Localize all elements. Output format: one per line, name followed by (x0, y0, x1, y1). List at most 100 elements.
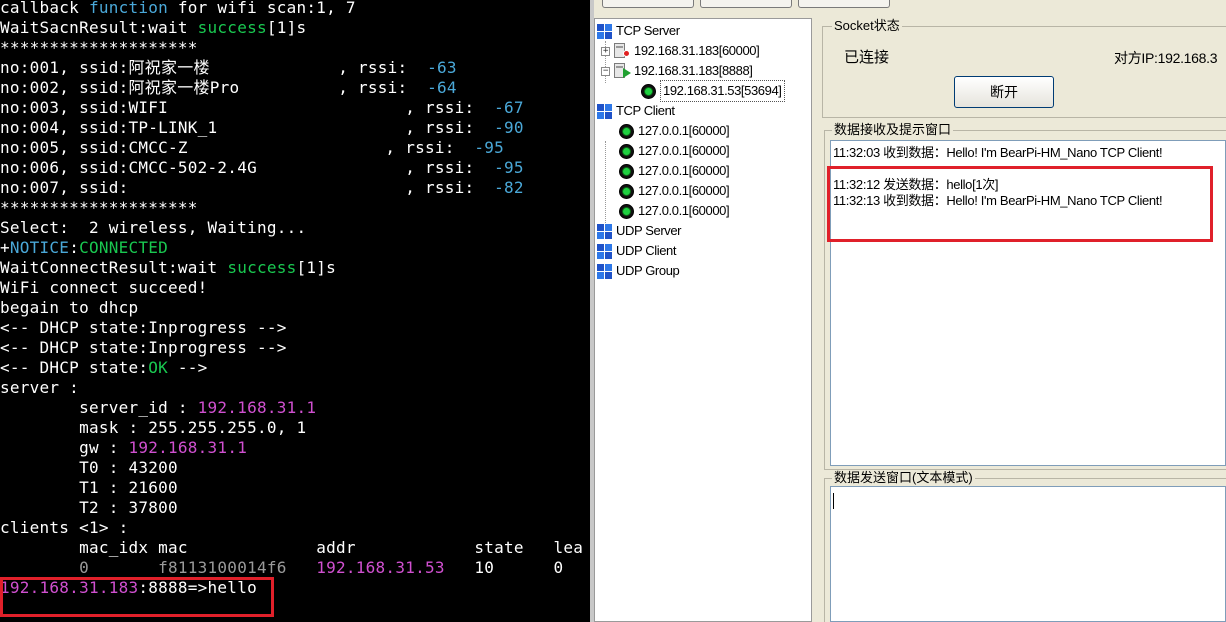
expand-toggle-icon[interactable]: + (601, 46, 610, 56)
tree-category-udp-group[interactable]: UDP Group (597, 261, 680, 281)
terminal-line: WaitConnectResult:wait success[1]s (0, 258, 336, 278)
tree-category-label: UDP Server (616, 223, 682, 238)
terminal-line: ******************** (0, 198, 198, 218)
terminal-text: mac_idx mac addr state lea (0, 538, 584, 557)
terminal-text: 192.168.31.53 (316, 558, 445, 577)
tree-category-tcp-server[interactable]: TCP Server (597, 21, 680, 41)
terminal-text: -95 (494, 158, 524, 177)
terminal-text: callback (0, 0, 89, 17)
terminal-text: OK (148, 358, 169, 377)
terminal-line: <-- DHCP state:Inprogress --> (0, 318, 287, 338)
toolbar-button-partial[interactable] (700, 0, 792, 8)
terminal-text: server_id : (0, 398, 198, 417)
tree-item-connection-selected[interactable]: 192.168.31.53[53694] (641, 80, 785, 102)
terminal-line: server_id : 192.168.31.1 (0, 398, 316, 418)
tree-item-client[interactable]: 127.0.0.1[60000] (619, 161, 730, 181)
terminal-text: [1]s (266, 18, 307, 37)
terminal-line: no:006, ssid:CMCC-502-2.4G , rssi: -95 (0, 158, 524, 178)
terminal-text: WiFi connect succeed! (0, 278, 208, 297)
terminal-text: no:001, ssid:阿祝家一楼 , rssi: (0, 58, 428, 77)
tree-category-tcp-client[interactable]: TCP Client (597, 101, 675, 121)
terminal-text: ******************** (0, 38, 198, 57)
terminal-line: <-- DHCP state:OK --> (0, 358, 208, 378)
terminal-text: -95 (474, 138, 505, 157)
terminal-line: WaitSacnResult:wait success[1]s (0, 18, 306, 38)
terminal-text: -82 (494, 178, 524, 197)
terminal-line: callback function for wifi scan:1, 7 (0, 0, 356, 18)
terminal-line: clients <1> : (0, 518, 128, 538)
terminal-line: Select: 2 wireless, Waiting... (0, 218, 306, 238)
tree-item-label: 127.0.0.1[60000] (638, 183, 730, 198)
tree-item-client[interactable]: 127.0.0.1[60000] (619, 181, 730, 201)
text-caret (833, 493, 834, 509)
terminal-text: server : (0, 378, 80, 397)
terminal-line: no:007, ssid: , rssi: -82 (0, 178, 524, 198)
tree-item-label: 192.168.31.183[8888] (634, 63, 753, 78)
category-icon (597, 263, 612, 279)
terminal-text: no:005, ssid:CMCC-Z , rssi: (0, 138, 475, 157)
serial-terminal[interactable]: callback function for wifi scan:1, 7 Wait… (0, 0, 590, 622)
tree-item-client[interactable]: 127.0.0.1[60000] (619, 141, 730, 161)
tree-category-label: TCP Server (616, 23, 680, 38)
category-icon (597, 243, 612, 259)
terminal-text: 192.168.31.1 (128, 438, 248, 457)
terminal-text: <-- DHCP state: (0, 358, 149, 377)
collapse-toggle-icon[interactable]: − (601, 66, 610, 76)
connection-icon (619, 203, 634, 219)
terminal-text: -90 (494, 118, 524, 137)
tree-item-client[interactable]: 127.0.0.1[60000] (619, 121, 730, 141)
tree-category-udp-server[interactable]: UDP Server (597, 221, 682, 241)
tree-item-server[interactable]: + 192.168.31.183[60000] (601, 41, 760, 61)
terminal-text: + (0, 238, 10, 257)
connection-icon (619, 143, 634, 159)
toolbar-button-partial[interactable] (798, 0, 890, 8)
terminal-text: -67 (494, 98, 524, 117)
connection-icon (619, 183, 634, 199)
tree-item-server[interactable]: − 192.168.31.183[8888] (601, 61, 753, 81)
terminal-text: T2 : 37800 (0, 498, 178, 517)
terminal-text: [1]s (296, 258, 337, 277)
terminal-text: : (69, 238, 80, 257)
send-textarea[interactable] (830, 486, 1226, 622)
terminal-text: T0 : 43200 (0, 458, 178, 477)
tree-item-label: 192.168.31.53[53694] (660, 80, 785, 102)
terminal-highlight-box (0, 577, 274, 617)
connection-status-text: 已连接 (844, 49, 890, 66)
toolbar-button-partial[interactable] (602, 0, 694, 8)
connection-icon (641, 83, 656, 99)
terminal-text: -63 (427, 58, 457, 77)
terminal-text: function (88, 0, 169, 17)
terminal-line: WiFi connect succeed! (0, 278, 208, 298)
tree-item-label: 127.0.0.1[60000] (638, 143, 730, 158)
terminal-text: no:003, ssid:WIFI , rssi: (0, 98, 495, 117)
connection-tree[interactable]: TCP Server + 192.168.31.183[60000] − 192… (594, 18, 812, 622)
tree-item-client[interactable]: 127.0.0.1[60000] (619, 201, 730, 221)
tree-item-label: 127.0.0.1[60000] (638, 123, 730, 138)
tree-category-udp-client[interactable]: UDP Client (597, 241, 676, 261)
category-icon (597, 103, 612, 119)
terminal-text: WaitConnectResult:wait (0, 258, 228, 277)
peer-ip-text: 对方IP:192.168.3 (1114, 50, 1218, 66)
terminal-line: 0 f8113100014f6 192.168.31.53 10 0 (0, 558, 563, 578)
terminal-line: +NOTICE:CONNECTED (0, 238, 168, 258)
terminal-text: 192.168.31.1 (197, 398, 317, 417)
terminal-line: <-- DHCP state:Inprogress --> (0, 338, 287, 358)
terminal-line: no:003, ssid:WIFI , rssi: -67 (0, 98, 524, 118)
network-debug-assistant: TCP Server + 192.168.31.183[60000] − 192… (594, 0, 1226, 622)
server-running-icon (613, 62, 631, 80)
disconnect-button[interactable]: 断开 (954, 76, 1054, 108)
terminal-line: T2 : 37800 (0, 498, 178, 518)
server-stopped-icon (613, 42, 631, 60)
terminal-line: ******************** (0, 38, 198, 58)
tree-item-label: 192.168.31.183[60000] (634, 43, 760, 58)
terminal-line: T1 : 21600 (0, 478, 178, 498)
tree-item-label: 127.0.0.1[60000] (638, 203, 730, 218)
terminal-line: server : (0, 378, 79, 398)
terminal-text: for wifi scan:1, 7 (168, 0, 356, 17)
terminal-line: gw : 192.168.31.1 (0, 438, 247, 458)
terminal-text: success (227, 258, 297, 277)
tree-category-label: UDP Group (616, 263, 680, 278)
terminal-text: T1 : 21600 (0, 478, 178, 497)
terminal-text: mask : 255.255.255.0, 1 (0, 418, 307, 437)
terminal-line: mac_idx mac addr state lea (0, 538, 583, 558)
